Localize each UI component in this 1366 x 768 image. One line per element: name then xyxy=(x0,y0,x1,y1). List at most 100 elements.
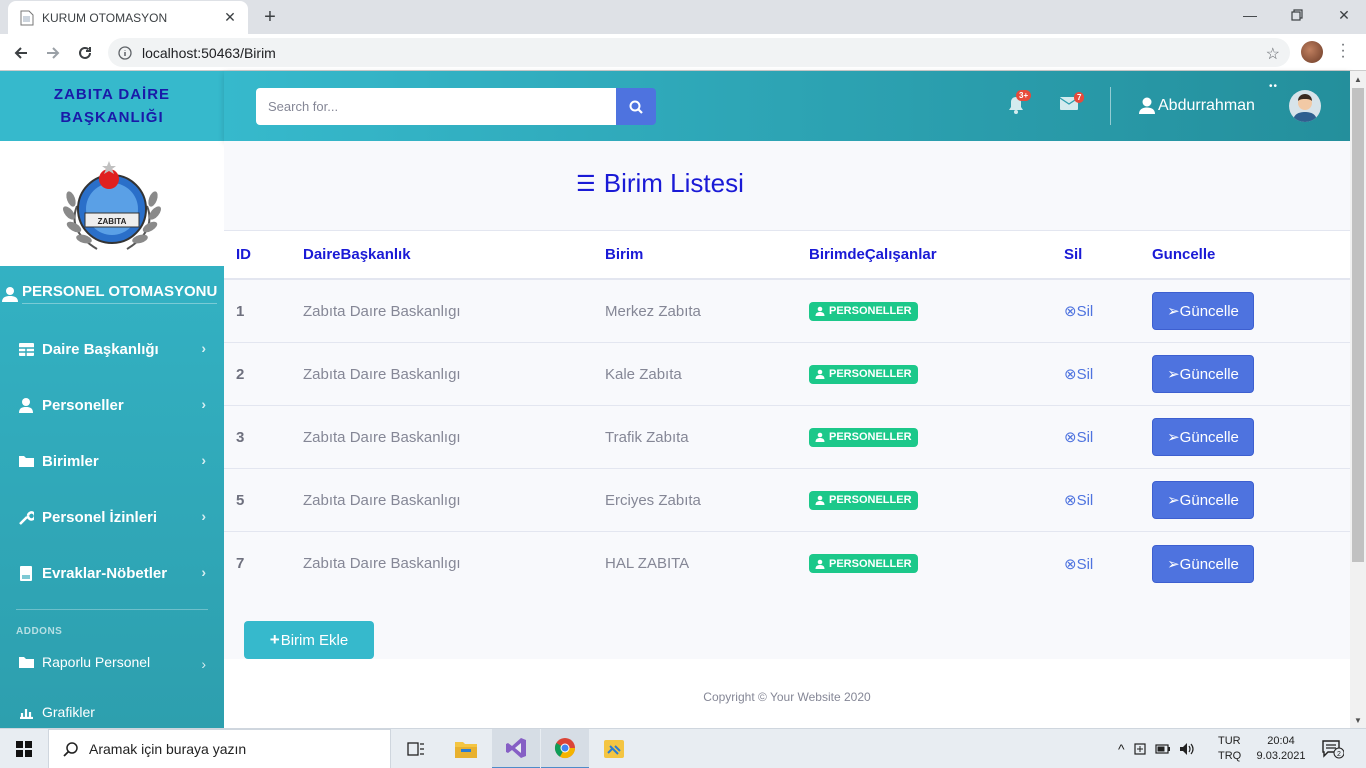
row-birim: Merkez Zabıta xyxy=(605,302,701,320)
guncelle-button[interactable]: ➢Güncelle xyxy=(1152,544,1254,583)
omnibox[interactable]: localhost:50463/Birim ☆ xyxy=(108,38,1290,67)
new-tab-icon[interactable]: + xyxy=(258,6,282,28)
sidebar-item-birimler[interactable]: Birimler › xyxy=(0,433,224,489)
bookmark-star-icon[interactable]: ☆ xyxy=(1266,44,1280,64)
personeller-button[interactable]: PERSONELLER xyxy=(809,554,918,573)
brand-line-1: ZABITA DAİRE xyxy=(53,86,171,103)
sil-link[interactable]: ⊗Sil xyxy=(1064,532,1093,595)
battery-icon[interactable] xyxy=(1154,743,1171,755)
browser-tab[interactable]: KURUM OTOMASYON ✕ xyxy=(8,1,248,34)
search-button[interactable] xyxy=(616,88,656,125)
sil-link[interactable]: ⊗Sil xyxy=(1064,343,1093,405)
sidebar-item-raporlu-personel[interactable]: Raporlu Personel › xyxy=(0,637,224,687)
lang-line-2: TRQ xyxy=(1218,750,1242,762)
taskbar-search-placeholder: Aramak için buraya yazın xyxy=(89,741,247,757)
chevron-right-icon: › xyxy=(201,564,206,580)
sidebar-brand[interactable]: ZABITA DAİRE BAŞKANLIĞI xyxy=(0,71,224,141)
sidebar-item-daire-baskanligi[interactable]: Daire Başkanlığı › xyxy=(0,321,224,377)
lang-line-1: TUR xyxy=(1218,735,1241,747)
sidebar-heading[interactable]: PERSONEL OTOMASYONU xyxy=(0,266,224,321)
user-icon xyxy=(815,559,825,569)
chevron-up-icon[interactable]: ^ xyxy=(1118,741,1125,757)
restore-icon[interactable] xyxy=(1283,4,1311,26)
row-birim: Kale Zabıta xyxy=(605,365,682,383)
topbar-search xyxy=(256,88,656,125)
chart-icon xyxy=(18,704,34,720)
scrollbar-thumb[interactable] xyxy=(1352,88,1364,562)
reload-icon[interactable] xyxy=(74,42,96,64)
sidebar-item-grafikler[interactable]: Grafikler xyxy=(0,687,224,728)
guncelle-button[interactable]: ➢Güncelle xyxy=(1152,292,1254,330)
language-indicator[interactable]: TUR TRQ xyxy=(1218,734,1241,764)
footer: Copyright © Your Website 2020 xyxy=(224,659,1350,728)
sil-link[interactable]: ⊗Sil xyxy=(1064,280,1093,342)
clock[interactable]: 20:04 9.03.2021 xyxy=(1256,734,1306,764)
personeller-button[interactable]: PERSONELLER xyxy=(809,490,918,510)
row-birim: Erciyes Zabıta xyxy=(605,491,701,509)
alerts-badge: 3+ xyxy=(1016,90,1032,101)
forward-icon[interactable] xyxy=(42,42,64,64)
back-icon[interactable] xyxy=(10,42,32,64)
main-content: ☰ Birim Listesi ID DaireBaşkanlık Birim … xyxy=(224,141,1350,728)
close-window-icon[interactable]: ✕ xyxy=(1330,4,1358,26)
page-title-text: Birim Listesi xyxy=(603,168,744,198)
sil-link[interactable]: ⊗Sil xyxy=(1064,406,1093,468)
personeller-button[interactable]: PERSONELLER xyxy=(809,364,918,384)
sidebar-item-evraklar-nobetler[interactable]: Evraklar-Nöbetler › xyxy=(0,545,224,601)
guncelle-button[interactable]: ➢Güncelle xyxy=(1152,418,1254,456)
windows-start-icon[interactable] xyxy=(0,729,48,768)
sidebar-item-personeller[interactable]: Personeller › xyxy=(0,377,224,433)
guncelle-button[interactable]: ➢Güncelle xyxy=(1152,355,1254,393)
network-icon[interactable] xyxy=(1133,742,1147,756)
sidebar-item-personel-izinleri[interactable]: Personel İzinleri › xyxy=(0,489,224,545)
column-header-calisanlar: BirimdeÇalışanlar xyxy=(809,246,937,263)
column-header-guncelle: Guncelle xyxy=(1152,246,1216,263)
birim-ekle-button[interactable]: + Birim Ekle xyxy=(244,621,374,659)
minimize-icon[interactable]: — xyxy=(1236,4,1264,26)
messages-envelope-icon[interactable]: 7 xyxy=(1060,92,1085,116)
scroll-up-arrow-icon[interactable]: ▲ xyxy=(1350,71,1366,87)
personeller-button[interactable]: PERSONELLER xyxy=(809,301,918,321)
tools-app-icon[interactable] xyxy=(590,729,638,768)
user-icon xyxy=(815,369,825,379)
address-bar: localhost:50463/Birim ☆ xyxy=(0,34,1366,71)
tab-close-icon[interactable]: ✕ xyxy=(222,9,238,26)
taskbar-search[interactable]: Aramak için buraya yazın xyxy=(48,729,391,768)
visual-studio-icon[interactable] xyxy=(492,729,540,768)
plus-icon: + xyxy=(269,630,280,649)
file-explorer-icon[interactable] xyxy=(442,729,490,768)
chrome-icon[interactable] xyxy=(541,729,589,768)
user-menu[interactable]: Abdurrahman xyxy=(1138,97,1255,115)
brand-line-2: BAŞKANLIĞI xyxy=(60,109,164,126)
info-icon[interactable] xyxy=(118,45,132,60)
table-header-row: ID DaireBaşkanlık Birim BirimdeÇalışanla… xyxy=(224,231,1350,280)
alerts-bell-icon[interactable]: 3+ xyxy=(1008,90,1032,116)
user-icon xyxy=(2,286,18,302)
search-input[interactable] xyxy=(256,88,616,125)
sidebar-item-label: Grafikler xyxy=(42,704,95,720)
notification-center-icon[interactable]: 2 xyxy=(1322,739,1344,759)
page-icon xyxy=(20,10,34,26)
chevron-right-icon: › xyxy=(201,508,206,524)
user-icon xyxy=(815,495,825,505)
sidebar-item-label: Personel İzinleri xyxy=(42,508,158,526)
wrench-icon xyxy=(18,509,34,525)
browser-menu-icon[interactable]: · · · xyxy=(1338,37,1348,65)
task-view-icon[interactable] xyxy=(392,729,440,768)
page-scrollbar[interactable]: ▲ ▼ xyxy=(1350,71,1366,728)
row-birim: Trafik Zabıta xyxy=(605,428,689,446)
search-icon xyxy=(629,100,643,114)
row-daire: Zabıta Daıre Baskanlıgı xyxy=(303,302,461,320)
table-row: 2 Zabıta Daıre Baskanlıgı Kale Zabıta PE… xyxy=(224,343,1350,406)
avatar[interactable] xyxy=(1289,90,1321,122)
profile-avatar-icon[interactable] xyxy=(1301,41,1323,63)
volume-icon[interactable] xyxy=(1179,742,1195,756)
status-dots-icon: •• xyxy=(1269,81,1279,92)
guncelle-button[interactable]: ➢Güncelle xyxy=(1152,481,1254,519)
row-daire: Zabıta Daıre Baskanlıgı xyxy=(303,365,461,383)
scroll-down-arrow-icon[interactable]: ▼ xyxy=(1350,712,1366,728)
folder-icon xyxy=(18,654,34,670)
table-row: 3 Zabıta Daıre Baskanlıgı Trafik Zabıta … xyxy=(224,406,1350,469)
sil-link[interactable]: ⊗Sil xyxy=(1064,469,1093,531)
personeller-button[interactable]: PERSONELLER xyxy=(809,427,918,447)
